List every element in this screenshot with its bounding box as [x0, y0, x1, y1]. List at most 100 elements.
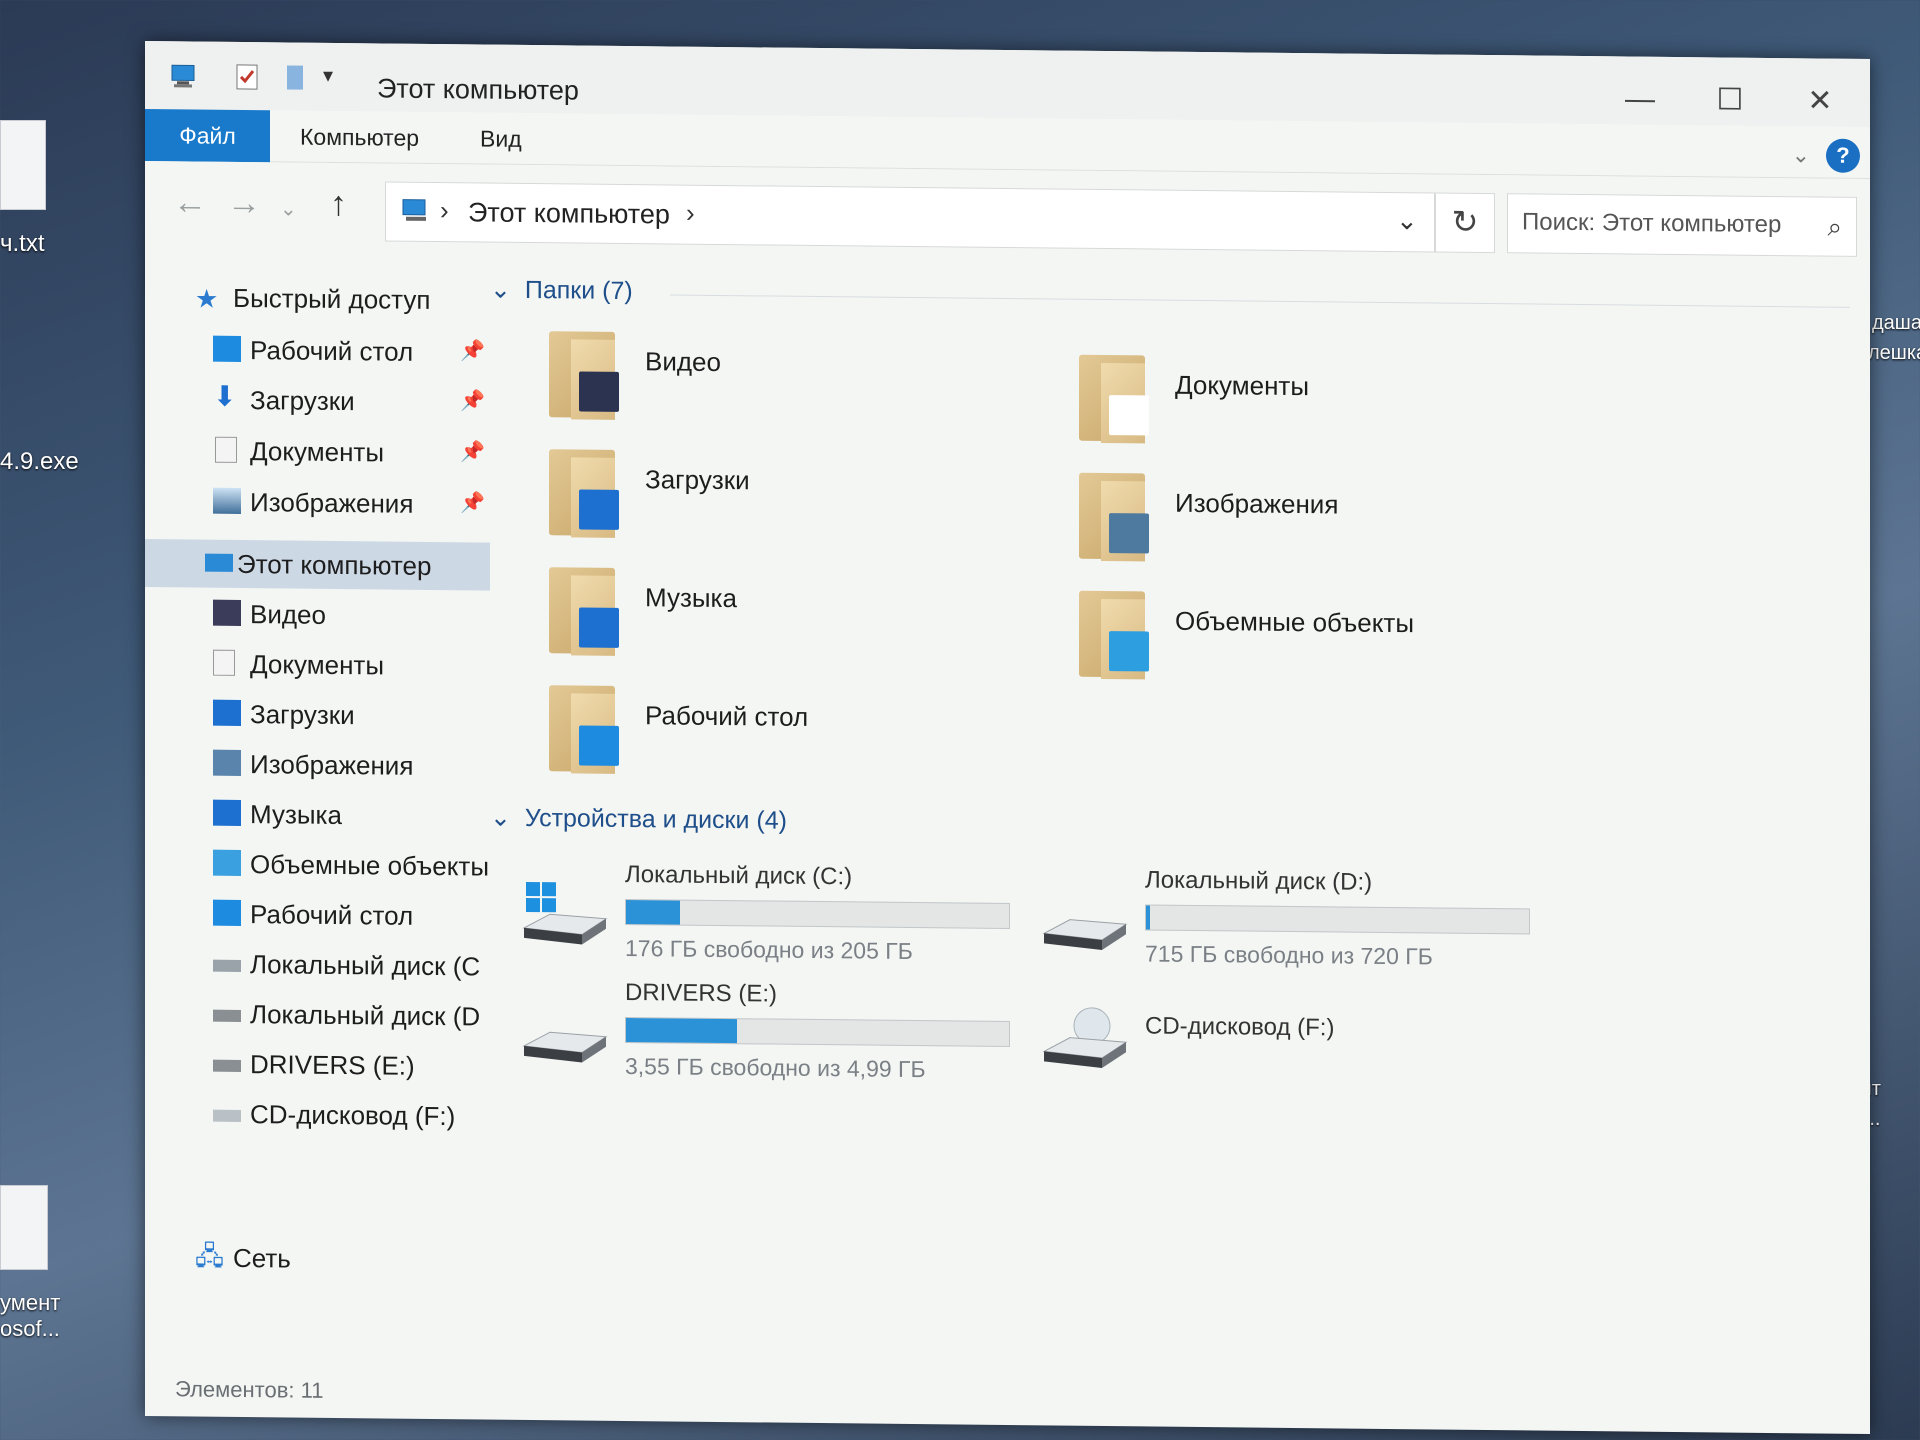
tab-file[interactable]: Файл [145, 108, 270, 163]
sidebar-item-pc-8[interactable]: Локальный диск (D [145, 989, 490, 1041]
sidebar-item-pc-7[interactable]: Локальный диск (C [145, 939, 490, 991]
sidebar-item-quick-access[interactable]: ★ Быстрый доступ [145, 273, 490, 325]
pictures-icon [213, 487, 241, 514]
drive-c-icon [213, 959, 241, 972]
folders-group-header[interactable]: ⌄ Папки (7) [490, 275, 633, 306]
tab-computer[interactable]: Компьютер [270, 110, 449, 164]
search-placeholder: Поиск: Этот компьютер [1522, 208, 1782, 239]
pin-icon[interactable]: 📌 [460, 338, 485, 363]
address-chevron-icon[interactable]: › [440, 195, 449, 226]
desktop-file-icon[interactable] [0, 120, 46, 210]
drive-usage-bar [1145, 904, 1530, 935]
downloads-icon: ⬇ [213, 380, 237, 412]
folder-tile[interactable]: Объемные объекты [1075, 585, 1595, 700]
sidebar-item-desktop-pinned[interactable]: Рабочий стол 📌 [145, 325, 490, 377]
devices-group-header[interactable]: ⌄ Устройства и диски (4) [490, 803, 787, 836]
folder-tile[interactable]: Изображения [1075, 467, 1595, 582]
help-icon[interactable]: ? [1826, 138, 1860, 173]
this-pc-icon [205, 553, 233, 572]
search-icon[interactable]: ⌕ [1827, 212, 1842, 244]
drive-usage-bar [625, 898, 1010, 930]
sidebar-item-pc-4[interactable]: Музыка [145, 789, 490, 841]
drive-name: CD-дисковод (F:) [1145, 1012, 1335, 1042]
star-icon: ★ [195, 283, 219, 314]
drive-name: Локальный диск (D:) [1145, 866, 1373, 896]
customize-quick-access-icon[interactable]: ▾ [323, 63, 353, 93]
desktop-doc-icon[interactable] [0, 1185, 48, 1270]
video-icon [213, 599, 241, 626]
cd-drive-icon [213, 1109, 241, 1122]
drive-tile[interactable]: CD-дисковод (F:) [1040, 983, 1560, 1108]
status-item-count: Элементов: 11 [175, 1376, 324, 1403]
desktop-doc-label: умент osof... [0, 1290, 61, 1341]
downloads-folder-icon [545, 443, 625, 540]
desktop-right-label-1: даша [1872, 312, 1920, 334]
sidebar-item-pc-10[interactable]: CD-дисковод (F:) [145, 1089, 490, 1141]
drive-tile[interactable]: Локальный диск (D:) 715 ГБ свободно из 72… [1040, 865, 1560, 990]
search-input[interactable]: Поиск: Этот компьютер ⌕ [1507, 193, 1857, 257]
address-chevron-icon-2[interactable]: › [686, 198, 695, 229]
address-path[interactable]: Этот компьютер [468, 197, 670, 230]
minimize-button[interactable]: — [1610, 76, 1670, 123]
close-button[interactable]: ✕ [1790, 78, 1850, 125]
sidebar-item-pc-6[interactable]: Рабочий стол [145, 889, 490, 941]
sidebar-item-this-pc[interactable]: Этот компьютер [145, 538, 490, 591]
tab-view[interactable]: Вид [450, 112, 552, 165]
drive-free-space: 715 ГБ свободно из 720 ГБ [1145, 940, 1433, 970]
maximize-button[interactable]: ☐ [1700, 77, 1760, 124]
desktop-icon [213, 335, 241, 362]
desktop-file-label: ч.txt [0, 230, 45, 257]
windows-drive-icon [520, 880, 610, 951]
folder-tile[interactable]: Загрузки [545, 443, 1065, 558]
desktop-icon [213, 899, 241, 926]
sidebar-item-pc-3[interactable]: Изображения [145, 739, 490, 791]
recent-locations-icon[interactable]: ⌄ [280, 196, 297, 221]
chevron-down-icon[interactable]: ⌄ [490, 804, 511, 832]
drive-icon [213, 1059, 241, 1072]
network-icon: 🖧 [195, 1240, 224, 1271]
music-folder-icon [545, 561, 625, 658]
back-icon[interactable]: ← [173, 183, 207, 222]
content-pane: ⌄ Папки (7) Видео Документы Загрузки Изобра… [490, 255, 1870, 1379]
new-folder-icon[interactable] [281, 62, 311, 92]
sidebar-item-downloads-pinned[interactable]: ⬇ Загрузки 📌 [145, 375, 490, 427]
sidebar-item-documents-pinned[interactable]: Документы 📌 [145, 426, 490, 478]
properties-icon[interactable] [233, 62, 263, 92]
sidebar-item-pc-9[interactable]: DRIVERS (E:) [145, 1039, 490, 1091]
pin-icon[interactable]: 📌 [460, 388, 485, 413]
pin-icon[interactable]: 📌 [460, 439, 485, 464]
desktop-right-label-2: лешка [1868, 342, 1920, 364]
drive-usage-fill [626, 900, 680, 925]
chevron-down-icon[interactable]: ⌄ [490, 276, 511, 304]
sidebar-item-pc-5[interactable]: Объемные объекты [145, 839, 490, 891]
drive-icon [520, 998, 610, 1069]
window-title: Этот компьютер [377, 73, 579, 106]
refresh-icon[interactable]: ↻ [1435, 192, 1495, 254]
drive-icon [213, 1009, 241, 1022]
forward-icon[interactable]: → [227, 184, 261, 223]
address-bar[interactable]: › Этот компьютер › ⌄ [385, 181, 1435, 253]
folder-tile[interactable]: Музыка [545, 561, 1065, 676]
navigation-pane: ★ Быстрый доступ Рабочий стол 📌 ⬇ Загруз… [145, 251, 490, 1365]
sidebar-item-pc-0[interactable]: Видео [145, 589, 490, 641]
address-dropdown-icon[interactable]: ⌄ [1396, 205, 1418, 236]
explorer-window: ▾ Этот компьютер — ☐ ✕ Файл Компьютер Ви… [145, 40, 1870, 1435]
3d-objects-folder-icon [1075, 585, 1155, 682]
up-icon[interactable]: ↑ [330, 185, 347, 224]
sidebar-item-pc-2[interactable]: Загрузки [145, 689, 490, 741]
drive-tile[interactable]: Локальный диск (C:) 176 ГБ свободно из 20… [520, 860, 1040, 985]
drive-free-space: 3,55 ГБ свободно из 4,99 ГБ [625, 1052, 926, 1083]
drive-tile[interactable]: DRIVERS (E:) 3,55 ГБ свободно из 4,99 ГБ [520, 978, 1040, 1103]
folder-tile[interactable]: Документы [1075, 349, 1595, 464]
3d-objects-icon [213, 849, 241, 876]
expand-ribbon-icon[interactable]: ⌄ [1792, 142, 1810, 168]
folder-tile[interactable]: Рабочий стол [545, 679, 1065, 794]
folder-tile[interactable]: Видео [545, 325, 1065, 440]
downloads-icon [213, 699, 241, 726]
sidebar-item-pc-1[interactable]: Документы [145, 639, 490, 691]
drive-usage-fill [626, 1018, 738, 1044]
sidebar-item-pictures-pinned[interactable]: Изображения 📌 [145, 477, 490, 529]
this-pc-icon [171, 64, 195, 88]
pin-icon[interactable]: 📌 [460, 490, 485, 515]
sidebar-item-network[interactable]: 🖧 Сеть [145, 1233, 490, 1285]
